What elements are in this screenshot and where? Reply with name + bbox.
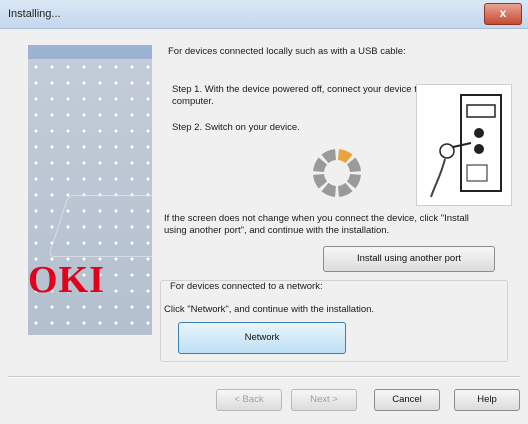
title-bar: Installing... x [0,0,528,29]
window-title: Installing... [8,8,61,20]
spinner-segment [321,182,336,197]
spinner-segment [346,174,361,189]
step2-text: Step 2. Switch on your device. [172,122,300,133]
footer-divider [8,376,520,378]
network-button[interactable]: Network [178,322,346,354]
install-another-port-button[interactable]: Install using another port [323,246,495,272]
network-intro-text: For devices connected to a network: [170,281,323,292]
usb-cable-computer-icon [416,84,512,206]
oki-logo: OKI [28,259,105,301]
spinner-segment [321,149,336,164]
side-banner-header [28,45,152,59]
installer-window: Installing... x OKI For devices connecte… [0,0,528,424]
back-button[interactable]: < Back [216,389,282,411]
network-instruction-text: Click "Network", and continue with the i… [164,304,375,315]
cancel-button[interactable]: Cancel [374,389,440,411]
instruction-text: If the screen does not change when you c… [164,213,469,236]
help-button[interactable]: Help [454,389,520,411]
loading-spinner-icon [313,149,361,197]
close-button[interactable]: x [484,3,522,25]
spinner-segment [338,149,353,164]
usb-intro-text: For devices connected locally such as wi… [168,46,406,57]
spinner-segment [313,157,328,172]
spinner-segment [313,174,328,189]
spinner-segment [338,182,353,197]
spinner-segment [346,157,361,172]
next-button[interactable]: Next > [291,389,357,411]
